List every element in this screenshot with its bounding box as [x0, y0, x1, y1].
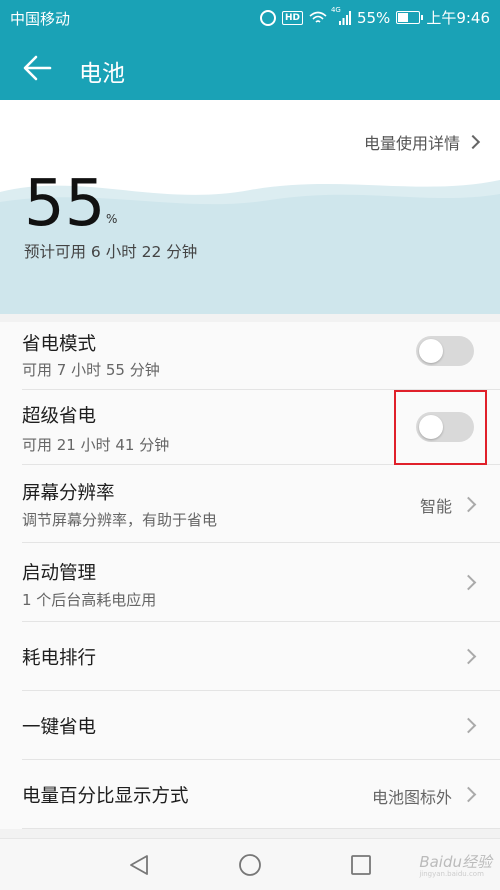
- one-tap-save-row[interactable]: 一键省电: [22, 691, 500, 760]
- row-value: 智能: [419, 497, 452, 516]
- row-label: 屏幕分辨率: [22, 483, 115, 504]
- row-label: 启动管理: [22, 563, 97, 584]
- watermark-url: jingyan.baidu.com: [419, 870, 484, 878]
- row-label: 超级省电: [22, 406, 97, 427]
- app-bar: 电池: [0, 36, 500, 100]
- row-label: 省电模式: [22, 334, 97, 355]
- power-saving-toggle[interactable]: [416, 336, 474, 366]
- chevron-right-icon: [460, 648, 477, 665]
- battery-icon: [396, 11, 424, 24]
- power-ranking-row[interactable]: 耗电排行: [22, 622, 500, 691]
- watermark-text: Baidu经验: [419, 853, 492, 871]
- battery-fill: [398, 13, 409, 22]
- status-icons: HD 4G 55% 上午9:46: [259, 6, 490, 28]
- startup-management-row[interactable]: 启动管理 1 个后台高耗电应用: [22, 543, 500, 622]
- home-circle-icon[interactable]: [238, 853, 262, 877]
- battery-summary: 电量使用详情 55 % 预计可用 6 小时 22 分钟: [0, 100, 500, 314]
- back-triangle-icon[interactable]: [127, 853, 151, 877]
- highlight-annotation: [394, 390, 487, 465]
- chevron-right-icon: [465, 134, 481, 150]
- status-time: 上午9:46: [426, 9, 490, 27]
- row-label: 电量百分比显示方式: [22, 786, 189, 807]
- screen-resolution-row[interactable]: 屏幕分辨率 调节屏幕分辨率，有助于省电 智能: [22, 465, 500, 543]
- row-sub: 可用 7 小时 55 分钟: [22, 361, 160, 379]
- row-sub: 调节屏幕分辨率，有助于省电: [22, 511, 218, 529]
- battery-estimate: 预计可用 6 小时 22 分钟: [24, 243, 198, 261]
- row-label: 耗电排行: [22, 648, 97, 669]
- row-value: 电池图标外: [371, 788, 452, 807]
- wifi-icon: [309, 11, 327, 23]
- chevron-right-icon: [460, 786, 477, 803]
- row-sub: 可用 21 小时 41 分钟: [22, 436, 170, 454]
- recents-square-icon[interactable]: [349, 853, 373, 877]
- watermark: Baidu经验 jingyan.baidu.com: [419, 851, 492, 878]
- page-title: 电池: [79, 61, 125, 87]
- row-label: 一键省电: [22, 717, 97, 738]
- chevron-right-icon: [460, 717, 477, 734]
- hd-icon: HD: [281, 10, 303, 25]
- battery-percent-status: 55%: [356, 8, 391, 27]
- system-nav-bar: Baidu经验 jingyan.baidu.com: [0, 838, 500, 890]
- battery-percent-value: 55: [24, 167, 106, 241]
- battery-percent-display-row[interactable]: 电量百分比显示方式 电池图标外: [22, 760, 500, 829]
- signal-4g-icon: 4G: [331, 6, 351, 25]
- arrow-left-icon[interactable]: [22, 54, 52, 82]
- alarm-icon: [259, 9, 276, 26]
- carrier-name: 中国移动: [10, 10, 71, 28]
- status-bar: 中国移动 HD 4G 55% 上午9:46: [0, 0, 500, 36]
- power-saving-mode-row[interactable]: 省电模式 可用 7 小时 55 分钟: [22, 322, 500, 390]
- row-sub: 1 个后台高耗电应用: [22, 591, 157, 609]
- toggle-knob: [419, 339, 443, 363]
- usage-details-label: 电量使用详情: [363, 134, 460, 153]
- chevron-right-icon: [460, 574, 477, 591]
- battery-percent-unit: %: [106, 212, 118, 226]
- usage-details-link[interactable]: 电量使用详情: [363, 130, 481, 154]
- chevron-right-icon: [460, 496, 477, 513]
